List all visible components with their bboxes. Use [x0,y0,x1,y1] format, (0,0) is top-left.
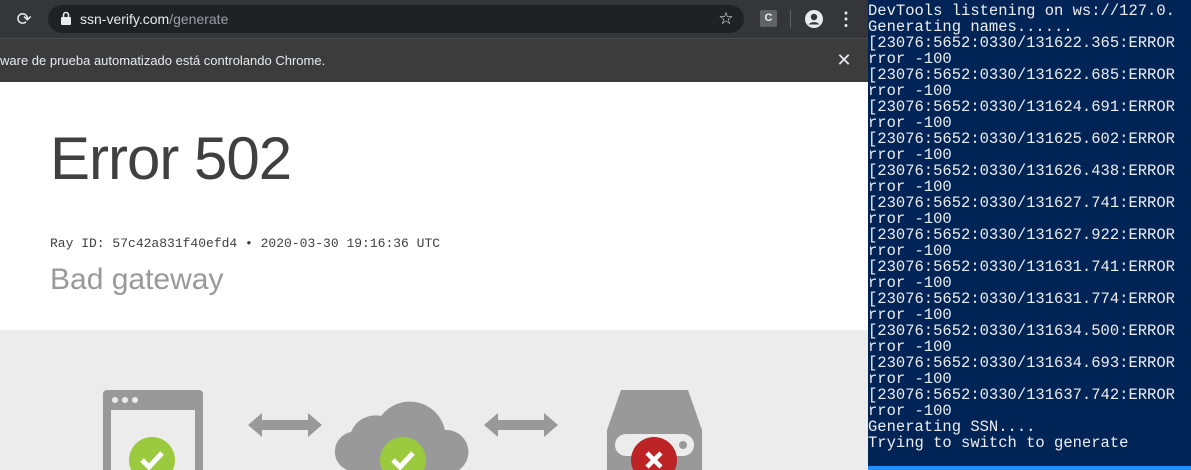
page-title: Error 502 [50,125,292,192]
server-icon [607,390,702,470]
error-diagram [0,330,868,470]
terminal-line: [23076:5652:0330/131622.685:ERROR [868,66,1175,84]
menu-icon[interactable]: ⋮ [836,9,856,29]
terminal-line: rror -100 [868,178,952,196]
terminal-line: rror -100 [868,242,952,260]
terminal-line: [23076:5652:0330/131624.691:ERROR [868,98,1175,116]
terminal-line: [23076:5652:0330/131634.693:ERROR [868,354,1175,372]
terminal-line: [23076:5652:0330/131627.922:ERROR [868,226,1175,244]
terminal-line: [23076:5652:0330/131637.742:ERROR [868,386,1175,404]
terminal-line: rror -100 [868,114,952,132]
terminal-line: rror -100 [868,146,952,164]
cloud-icon [334,401,469,470]
browser-window-icon [103,390,203,470]
extension-icon[interactable]: C [760,10,777,27]
terminal-line: [23076:5652:0330/131627.741:ERROR [868,194,1175,212]
ray-id-text: Ray ID: 57c42a831f40efd4 • 2020-03-30 19… [50,236,441,251]
terminal-line: [23076:5652:0330/131626.438:ERROR [868,162,1175,180]
profile-icon[interactable] [804,9,824,29]
terminal-line: Trying to switch to generate [868,434,1129,452]
reload-icon[interactable]: ⟳ [14,9,34,29]
infobar-message: ware de prueba automatizado está control… [0,53,326,68]
terminal-line: Generating SSN.... [868,418,1036,436]
terminal-output: DevTools listening on ws://127.0. Generat… [868,3,1175,451]
terminal-line: [23076:5652:0330/131634.500:ERROR [868,322,1175,340]
terminal-line: Generating names...... [868,18,1073,36]
terminal-line: rror -100 [868,50,952,68]
terminal-line: [23076:5652:0330/131625.602:ERROR [868,130,1175,148]
terminal-line: [23076:5652:0330/131622.365:ERROR [868,34,1175,52]
browser-toolbar: ⟳ ssn-verify.com/generate ☆ C ⋮ [0,0,868,38]
terminal-line: [23076:5652:0330/131631.774:ERROR [868,290,1175,308]
error-subtitle: Bad gateway [50,263,224,296]
terminal-window: DevTools listening on ws://127.0. Generat… [868,0,1191,470]
toolbar-divider [790,10,791,28]
terminal-line: rror -100 [868,370,952,388]
double-arrow-icon [484,413,558,437]
terminal-line: [23076:5652:0330/131631.741:ERROR [868,258,1175,276]
url-text: ssn-verify.com/generate [80,11,228,27]
terminal-line: DevTools listening on ws://127.0. [868,2,1175,20]
double-arrow-icon [248,413,322,437]
error-header: Error 502 Ray ID: 57c42a831f40efd4 • 202… [0,82,868,330]
terminal-line: rror -100 [868,274,952,292]
star-icon[interactable]: ☆ [716,9,736,29]
close-icon[interactable]: ✕ [834,49,854,71]
browser-window: ⟳ ssn-verify.com/generate ☆ C ⋮ ware de … [0,0,868,470]
url-path: /generate [169,11,229,27]
automation-infobar: ware de prueba automatizado está control… [0,38,868,83]
terminal-line: rror -100 [868,210,952,228]
lock-icon [61,11,71,25]
address-bar[interactable]: ssn-verify.com/generate ☆ [48,5,744,33]
taskbar-edge [868,466,1191,470]
terminal-line: rror -100 [868,402,952,420]
terminal-line: rror -100 [868,306,952,324]
terminal-line: rror -100 [868,338,952,356]
url-domain: ssn-verify.com [80,11,170,27]
terminal-line: rror -100 [868,82,952,100]
